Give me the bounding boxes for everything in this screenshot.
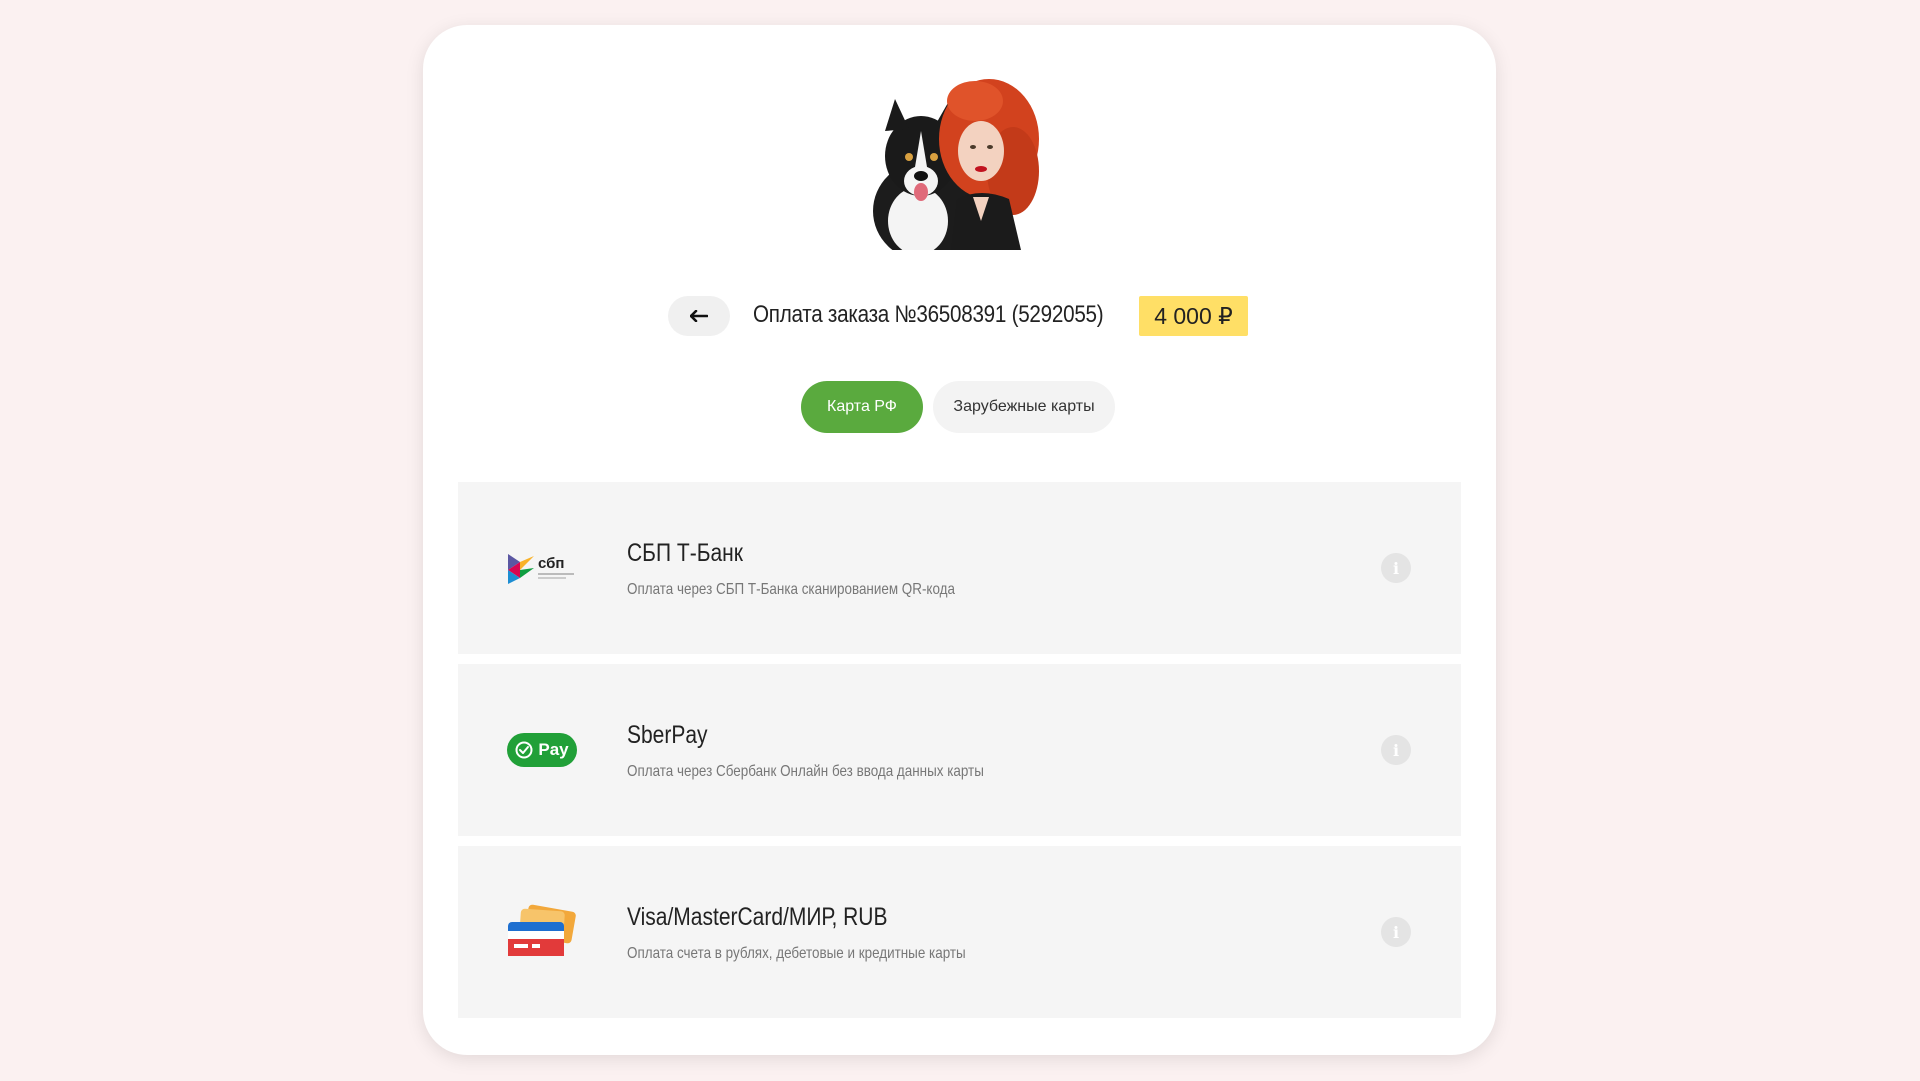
- back-button[interactable]: [668, 296, 730, 336]
- payment-card: Оплата заказа №36508391 (5292055) 4 000 …: [423, 25, 1496, 1055]
- method-description: Оплата счета в рублях, дебетовые и креди…: [627, 945, 966, 962]
- method-description: Оплата через СБП Т-Банка сканированием Q…: [627, 581, 955, 598]
- info-icon[interactable]: i: [1381, 735, 1411, 765]
- order-amount-badge: 4 000 ₽: [1139, 296, 1248, 336]
- svg-text:сбп: сбп: [538, 555, 564, 572]
- payment-type-tabs: Карта РФ Зарубежные карты: [423, 381, 1496, 433]
- method-description: Оплата через Сбербанк Онлайн без ввода д…: [627, 763, 984, 780]
- info-icon[interactable]: i: [1381, 917, 1411, 947]
- method-name: СБП Т-Банк: [627, 539, 743, 567]
- sbp-logo-icon: сбп: [506, 540, 578, 596]
- payment-method-cards[interactable]: Visa/MasterCard/МИР, RUB Оплата счета в …: [458, 846, 1461, 1018]
- bank-cards-icon: [506, 904, 578, 960]
- info-icon[interactable]: i: [1381, 553, 1411, 583]
- method-name: Visa/MasterCard/МИР, RUB: [627, 903, 888, 931]
- sberpay-logo-icon: Pay: [506, 722, 578, 778]
- tab-foreign-cards[interactable]: Зарубежные карты: [933, 381, 1115, 433]
- method-name: SberPay: [627, 721, 708, 749]
- payment-method-sbp[interactable]: сбп СБП Т-Банк Оплата через СБП Т-Банка …: [458, 482, 1461, 654]
- order-title: Оплата заказа №36508391 (5292055): [753, 301, 1104, 328]
- order-header: Оплата заказа №36508391 (5292055) 4 000 …: [423, 296, 1496, 338]
- arrow-left-icon: [690, 310, 708, 322]
- check-circle-icon: [515, 741, 533, 759]
- payment-method-sberpay[interactable]: Pay SberPay Оплата через Сбербанк Онлайн…: [458, 664, 1461, 836]
- avatar-illustration-icon: [873, 79, 1039, 250]
- payment-methods-list: сбп СБП Т-Банк Оплата через СБП Т-Банка …: [458, 482, 1461, 1028]
- merchant-avatar: [863, 61, 1049, 250]
- tab-card-rf[interactable]: Карта РФ: [801, 381, 923, 433]
